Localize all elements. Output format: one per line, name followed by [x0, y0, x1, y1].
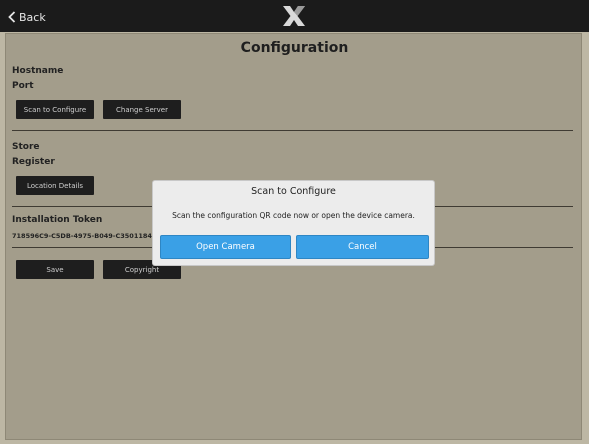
change-server-button[interactable]: Change Server [103, 100, 181, 119]
save-button[interactable]: Save [16, 260, 94, 279]
port-label: Port [12, 81, 34, 91]
register-label: Register [12, 157, 55, 167]
divider [12, 130, 573, 131]
back-button[interactable]: Back [8, 8, 46, 26]
cancel-button[interactable]: Cancel [296, 235, 429, 259]
installation-token-label: Installation Token [12, 215, 103, 225]
hostname-label: Hostname [12, 66, 64, 76]
location-details-button[interactable]: Location Details [16, 176, 94, 195]
x-logo-icon [283, 6, 305, 26]
open-camera-button[interactable]: Open Camera [160, 235, 291, 259]
store-label: Store [12, 142, 40, 152]
dialog-message: Scan the configuration QR code now or op… [172, 211, 415, 220]
scan-to-configure-button[interactable]: Scan to Configure [16, 100, 94, 119]
scan-dialog: Scan to Configure Scan the configuration… [153, 181, 434, 265]
chevron-left-icon [8, 11, 16, 23]
installation-token-value: 718596C9-C5DB-4975-B049-C3501184C [12, 232, 157, 240]
page-title: Configuration [240, 40, 349, 56]
back-label: Back [19, 10, 46, 24]
app-screen: Back Configuration Hostname Port Scan to… [0, 0, 589, 444]
top-bar: Back [0, 0, 589, 32]
dialog-title: Scan to Configure [251, 186, 336, 197]
